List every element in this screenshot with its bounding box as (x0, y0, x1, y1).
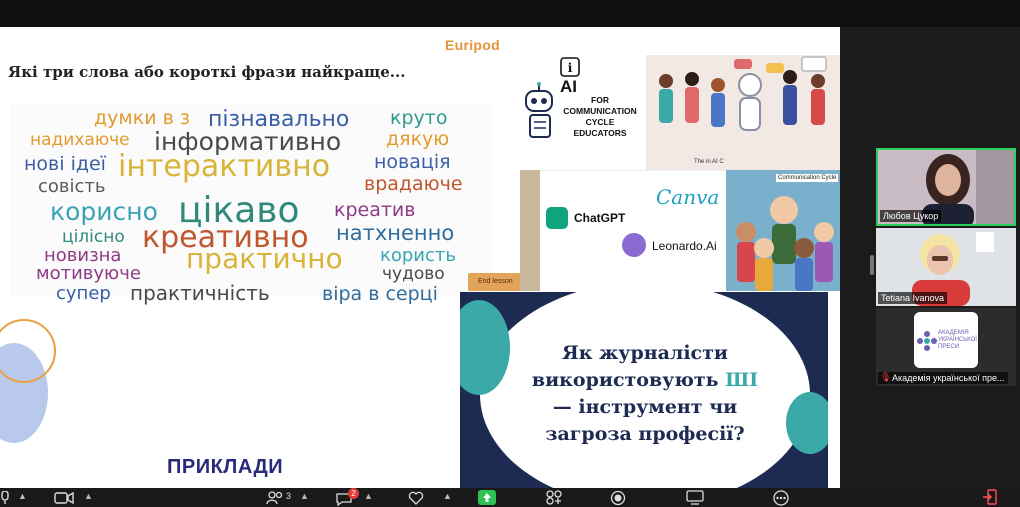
more-options-icon[interactable] (772, 490, 790, 506)
cloud-word: круто (390, 107, 448, 129)
cloud-word: новація (374, 151, 451, 173)
participant-name: Tetiana Ivanova (878, 292, 948, 304)
cloud-word: практичність (130, 281, 270, 305)
ai-tools-collage: i AI FOR COMMUNICATION CYCLE EDUCATORS T… (520, 55, 840, 291)
ai-subtitle: FOR COMMUNICATION CYCLE EDUCATORS (563, 95, 637, 138)
question-line: використовують ШІ (520, 367, 770, 394)
poll-question: Які три слова або короткі фрази найкраще… (8, 63, 406, 81)
mic-muted-icon: 🎙 (880, 372, 892, 382)
arrow-up-icon (483, 493, 491, 502)
cloud-word: цілісно (62, 227, 125, 247)
heart-reactions-icon[interactable] (408, 491, 424, 505)
cloud-word: надихаюче (30, 130, 130, 150)
end-lesson-button[interactable]: End lesson (468, 273, 524, 291)
leonardo-ai-label: Leonardo.Ai (652, 239, 717, 253)
video-camera-icon[interactable] (54, 492, 74, 504)
question-line-part: використовують (531, 369, 726, 391)
participant-name: 🎙 Академія української пре... (878, 372, 1008, 384)
participants-count: 3 (286, 491, 292, 501)
whiteboard-icon[interactable] (686, 490, 704, 505)
top-bar (0, 0, 1020, 27)
slide-question-text: Як журналісти використовують ШІ — інстру… (520, 340, 770, 448)
cloud-word: натхненно (336, 221, 455, 245)
cartoon-classroom-tile: Communication Cycle (726, 170, 840, 291)
leonardo-ai-icon (622, 233, 646, 257)
ai-educators-tile: i AI FOR COMMUNICATION CYCLE EDUCATORS (520, 55, 646, 170)
question-slide: Як журналісти використовують ШІ — інстру… (460, 292, 828, 488)
euripod-logo: Euripod (445, 37, 500, 53)
microphone-icon[interactable] (0, 491, 10, 505)
cloud-word: інтерактивно (118, 149, 331, 184)
cloud-word: віра в серці (322, 283, 438, 305)
chat-badge: 2 (348, 488, 359, 499)
question-line: загроза професії? (545, 423, 745, 445)
cloud-word: думки в з (94, 107, 190, 129)
participants-icon[interactable] (266, 491, 284, 505)
ai-tools-logos-tile: Canva ChatGPT Leonardo.Ai (540, 170, 726, 291)
info-icon: i (560, 57, 580, 77)
apps-icon[interactable] (546, 490, 562, 505)
share-screen-button[interactable] (478, 490, 496, 505)
academy-logo-icon (917, 331, 937, 351)
decorative-teal-circle (786, 392, 828, 454)
ai-highlight: ШІ (725, 369, 759, 391)
decorative-ring (0, 319, 56, 383)
video-tile-academy[interactable]: АКАДЕМІЯ УКРАЇНСЬКОЇ ПРЕСИ 🎙 Академія ук… (876, 308, 1016, 386)
chatgpt-icon (546, 207, 568, 229)
cloud-word: врадаюче (364, 173, 463, 195)
people-with-robot-illustration (659, 56, 827, 131)
video-tile-tetiana[interactable]: Tetiana Ivanova (876, 228, 1016, 306)
cropped-image-strip (520, 170, 540, 291)
video-tile-lyubov[interactable]: Любов Цукор (876, 148, 1016, 226)
participants-options-chevron[interactable]: ▲ (300, 491, 309, 501)
cloud-word: користь (380, 245, 456, 266)
cloud-word: дякую (386, 128, 450, 150)
cloud-word: супер (56, 283, 111, 304)
cloud-word: креатив (334, 199, 416, 221)
question-line: — інструмент чи (552, 396, 738, 418)
svg-text:i: i (568, 61, 573, 75)
chatgpt-label: ChatGPT (574, 211, 626, 225)
participant-name: Любов Цукор (880, 210, 942, 222)
cloud-word: совість (38, 176, 106, 197)
scroll-handle[interactable] (870, 255, 874, 275)
shared-screen: Euripod Які три слова або короткі фрази … (0, 27, 840, 488)
cartoon-caption: Communication Cycle (776, 174, 839, 182)
cloud-word: нові ідеї (24, 153, 106, 175)
zoom-meeting-window: Euripod Які три слова або короткі фрази … (0, 0, 1020, 507)
cloud-word: чудово (382, 264, 445, 284)
robot-icon (525, 82, 553, 138)
academy-logo-text: АКАДЕМІЯ УКРАЇНСЬКОЇ ПРЕСИ (938, 330, 977, 350)
audio-options-chevron[interactable]: ▲ (18, 491, 27, 501)
cloud-word: мотивуюче (36, 263, 141, 284)
reactions-options-chevron[interactable]: ▲ (443, 491, 452, 501)
section-title: ПРИКЛАДИ (167, 456, 284, 478)
video-options-chevron[interactable]: ▲ (84, 491, 93, 501)
people-illustration-tile: The in AI C (646, 55, 840, 170)
canva-logo: Canva (656, 185, 720, 209)
leave-meeting-icon[interactable] (982, 489, 1000, 505)
meeting-toolbar: ▲ ▲ 3 ▲ 2 ▲ ▲ (0, 488, 1020, 507)
academy-logo: АКАДЕМІЯ УКРАЇНСЬКОЇ ПРЕСИ (914, 312, 978, 368)
cartoon-children-illustration (726, 170, 840, 291)
participant-name-text: Академія української пре... (892, 373, 1005, 383)
word-cloud: думки в з пізнавально круто надихаюче ін… (10, 105, 493, 304)
ai-title: AI (560, 77, 577, 96)
question-line: Як журналісти (562, 342, 728, 364)
cloud-word: практично (186, 242, 343, 275)
record-icon[interactable] (610, 490, 626, 506)
people-caption: The in AI C (694, 159, 724, 165)
chat-options-chevron[interactable]: ▲ (364, 491, 373, 501)
